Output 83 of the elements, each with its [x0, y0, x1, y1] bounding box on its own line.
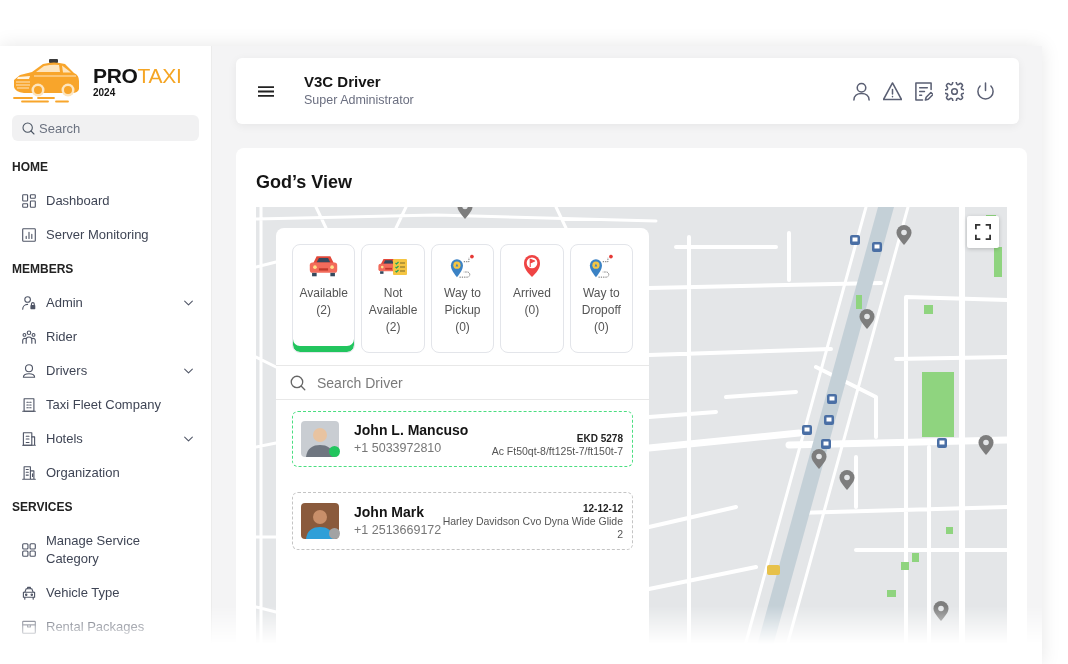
page-title: God’s View [256, 171, 353, 194]
road-shield-icon [767, 565, 780, 575]
users-icon [22, 330, 36, 344]
bus-stop-icon [824, 415, 834, 425]
warning-icon[interactable] [883, 81, 902, 101]
sidebar-item[interactable]: Dashboard [12, 184, 199, 218]
plate-number: EKD 5278 [576, 431, 623, 445]
grid-icon [22, 194, 36, 208]
bus-stop-icon [821, 439, 831, 449]
vehicle-name: Harley Davidson Cvo Dyna Wide Glide 2 [441, 515, 623, 540]
park-area [994, 247, 1002, 277]
bus-stop-icon [827, 394, 837, 404]
park-area [946, 527, 953, 534]
driver-name: John L. Mancuso [354, 421, 469, 439]
box-icon [22, 620, 36, 634]
search-field[interactable]: Search [12, 115, 199, 141]
map-pin-icon[interactable] [859, 309, 875, 329]
app-title: V3C Driver [304, 72, 381, 91]
power-icon[interactable] [976, 81, 995, 101]
chevron-down-icon [184, 368, 193, 374]
map-pin-icon[interactable] [978, 435, 994, 455]
brand-name: PROTAXI [93, 64, 182, 87]
search-icon [290, 374, 306, 391]
status-filter-tab[interactable]: Way to Dropoff (0) [569, 244, 634, 353]
bar-chart-icon [22, 228, 36, 242]
status-filter-tab[interactable]: Way to Pickup (0) [430, 244, 495, 353]
park-area [922, 372, 954, 437]
user-lock-icon [22, 296, 36, 310]
phone-number: +1 2513669172 [354, 522, 442, 539]
sidebar-item[interactable]: Server Monitoring [12, 218, 199, 252]
map-pin-icon[interactable] [896, 225, 912, 245]
section-heading: HOME [12, 159, 48, 176]
sidebar-item[interactable]: Organization [12, 456, 199, 490]
user-icon [22, 364, 36, 378]
user-icon[interactable] [852, 81, 871, 101]
fullscreen-button[interactable] [967, 216, 999, 248]
building-icon [22, 432, 36, 446]
status-filter-tab[interactable]: Arrived (0) [500, 244, 564, 353]
sidebar-item[interactable]: Admin [12, 286, 199, 320]
park-area [887, 590, 896, 597]
user-role: Super Administrator [304, 91, 414, 109]
brand-year: 2024 [93, 86, 116, 98]
taxi-car-logo-icon [12, 58, 80, 104]
car-icon [22, 586, 36, 600]
status-filter-tab[interactable]: Available (2) [292, 244, 356, 353]
status-filter-tab[interactable]: Not Available (2) [361, 244, 425, 353]
section-heading: MEMBERS [12, 261, 74, 278]
map-pin-icon[interactable] [811, 449, 827, 469]
map-pin-icon[interactable] [933, 601, 949, 621]
route-pin-icon [450, 254, 475, 278]
map-pin-icon[interactable] [457, 207, 473, 219]
settings-icon[interactable] [945, 81, 964, 101]
bus-stop-icon [937, 438, 947, 448]
grid-icon [22, 543, 36, 557]
building-icon [22, 398, 36, 412]
fullscreen-icon [975, 224, 991, 240]
flag-pin-icon [522, 254, 541, 278]
sidebar-item[interactable]: Rider [12, 320, 199, 354]
chevron-down-icon [184, 300, 193, 306]
vehicle-name: Ac Ft50qt-8/ft125t-7/ft150t-7 [491, 444, 623, 457]
building-icon [22, 466, 36, 480]
phone-number: +1 5033972810 [354, 440, 442, 457]
park-area [856, 295, 862, 309]
sidebar-item[interactable]: Vehicle Type [12, 576, 199, 610]
park-area [924, 305, 933, 314]
avatar-photo [301, 421, 339, 457]
route-pin-icon [588, 254, 614, 278]
avatar-photo [301, 503, 339, 539]
plate-number: 12-12-12 [582, 502, 623, 515]
sidebar-item[interactable]: Hotels [12, 422, 199, 456]
section-heading: SERVICES [12, 499, 73, 516]
chevron-down-icon [184, 436, 193, 442]
driver-card[interactable]: John L. Mancuso +1 5033972810 EKD 5278 Ac Ft50qt-8/ft125t-7/ft150t-7 [292, 411, 633, 467]
driver-name: John Mark [354, 503, 424, 521]
sidebar-item[interactable]: Manage Service Category [12, 524, 199, 576]
note-edit-icon[interactable] [914, 81, 933, 101]
map-pin-icon[interactable] [839, 470, 855, 490]
sidebar-item[interactable]: Drivers [12, 354, 199, 388]
search-icon [22, 121, 35, 135]
bus-stop-icon [872, 242, 882, 252]
sidebar-item[interactable]: Taxi Fleet Company [12, 388, 199, 422]
menu-icon[interactable] [258, 85, 274, 97]
bus-stop-icon [850, 235, 860, 245]
